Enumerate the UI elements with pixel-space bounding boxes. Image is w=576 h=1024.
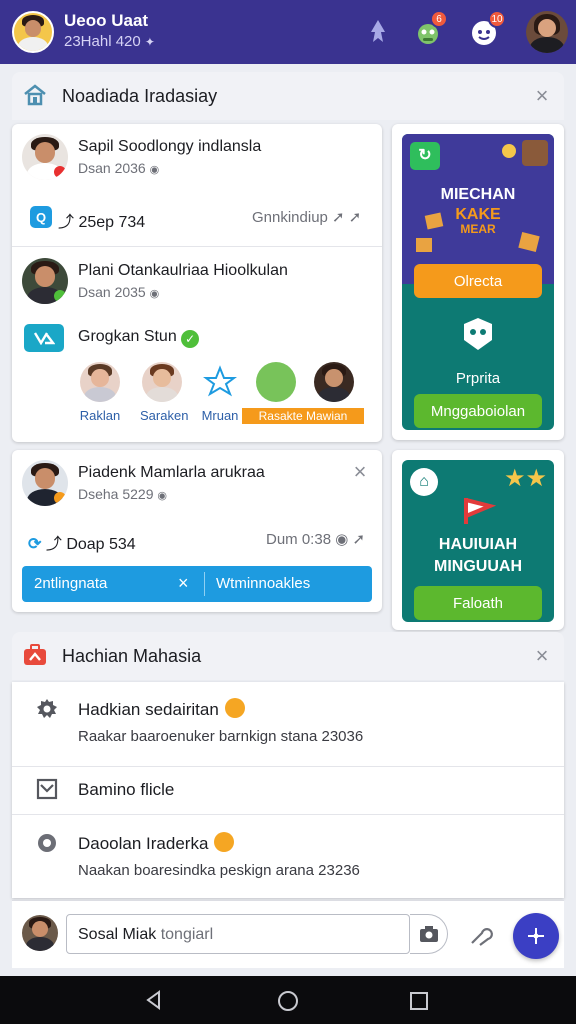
feed-card: Sapil Soodlongy indlansla Dsan 2036 ◉ Q … [12, 124, 382, 442]
flag-icon [462, 496, 497, 531]
section-title: Hachian Mahasia [62, 646, 202, 666]
promo-headline: MIECHAN [440, 186, 516, 203]
promo-button[interactable]: Olrecta [414, 264, 542, 298]
attach-icon[interactable] [468, 921, 494, 952]
notification-list: Hadkian sedairitan Raakar baaroenuker ba… [12, 682, 564, 898]
section-title: Noadiada Iradasiay [62, 86, 218, 106]
action-bar: 2ntlingnata × Wtminnoakles [22, 566, 372, 602]
promo-banner[interactable]: ↻ MIECHAN KAKE MEAR Olrecta Prprita Mngg… [402, 134, 554, 430]
system-nav-bar [0, 976, 576, 1024]
emoji-icon [224, 698, 245, 718]
recents-icon[interactable] [409, 991, 429, 1016]
person-chip[interactable]: Raklan [78, 362, 122, 423]
app-icon: Q [30, 206, 52, 228]
avatar[interactable] [22, 134, 68, 180]
close-icon[interactable]: × [530, 644, 554, 668]
promo-button[interactable]: Faloath [414, 586, 542, 620]
settings-icon [34, 696, 60, 722]
promo-banner[interactable]: ⌂ ★★ HAUIUIAH MINGUUAH Faloath [402, 460, 554, 622]
promo-label: Prprita [455, 370, 501, 387]
avatar[interactable] [22, 258, 68, 304]
post-title[interactable]: Sapil Soodlongy indlansla [78, 138, 261, 156]
post-meta: Dsan 2036 ◉ [78, 160, 160, 176]
game-logo-icon: ↻ [410, 142, 440, 170]
user-avatar[interactable] [12, 11, 54, 53]
post-title[interactable]: Piadenk Mamlarla arukraa [78, 464, 265, 482]
user-name: Ueoo Uaat [64, 11, 149, 30]
image-icon [34, 776, 60, 802]
notification-title: Bamino flicle [78, 780, 175, 799]
promo-headline-2: MINGUUAH [434, 558, 522, 575]
briefcase-icon [22, 642, 48, 673]
person-chip[interactable]: Saraken [140, 362, 188, 423]
refresh-icon [34, 830, 60, 856]
notification-subtitle: Raakar baaroenuker barnkign stana 23036 [78, 728, 364, 745]
post-stat-right: Gnnkindiup ➚ ➚ [252, 209, 362, 226]
pin-icon[interactable] [358, 12, 398, 52]
close-icon[interactable]: × [530, 84, 554, 108]
robot-icon[interactable]: 6 [408, 10, 448, 52]
clear-icon[interactable]: × [178, 573, 189, 594]
group-icon [24, 324, 64, 352]
person-chip[interactable]: Mruan [198, 362, 242, 423]
message-badge: 10 [488, 10, 506, 28]
promo-card: ↻ MIECHAN KAKE MEAR Olrecta Prprita Mngg… [392, 124, 564, 440]
home-icon [22, 82, 48, 113]
close-icon[interactable]: × [348, 460, 372, 484]
group-name[interactable]: Grogkan Stun ✓ [78, 328, 200, 348]
game-logo-icon: ⌂ [410, 468, 438, 496]
post-meta: Dseha 5229 ◉ [78, 486, 168, 502]
notification-badge: 6 [430, 10, 448, 28]
composer: Sosal Miak tongiarl [12, 900, 564, 968]
divider [12, 814, 564, 815]
composer-avatar [22, 915, 58, 951]
promo-card: ⌂ ★★ HAUIUIAH MINGUUAH Faloath [392, 450, 564, 630]
post-meta: Dsan 2035 ◉ [78, 284, 160, 300]
post-title[interactable]: Plani Otankaulriaa Hioolkulan [78, 262, 288, 280]
post-stat-right: Dum 0:38 ◉ ➚ [266, 531, 366, 548]
divider [12, 766, 564, 767]
stars-icon: ★★ [504, 465, 548, 492]
notification-title: Daoolan Iraderka [78, 832, 235, 854]
feed-card: Piadenk Mamlarla arukraa Dseha 5229 ◉ × … [12, 450, 382, 612]
send-button[interactable] [513, 913, 559, 959]
divider [12, 246, 382, 247]
post-stat: ⤴ 25ep 734 [58, 214, 146, 231]
promo-headline: HAUIUIAH [438, 536, 518, 553]
compass-icon [528, 928, 544, 944]
section-header: Noadiada Iradasiay × [12, 72, 564, 120]
mascot-icon [458, 314, 498, 359]
profile-avatar[interactable] [526, 11, 568, 53]
action-left-button[interactable]: 2ntlingnata [34, 575, 107, 592]
message-input[interactable]: Sosal Miak tongiarl [66, 914, 410, 954]
app-bar: Ueoo Uaat 23Hahl 420 ✦ 6 10 [0, 0, 576, 64]
person-chip-highlight[interactable]: Rasakte Mawian [242, 362, 364, 424]
section-header: Hachian Mahasia × [12, 632, 564, 680]
notification-title: Hadkian sedairitan [78, 698, 245, 720]
user-subtitle: 23Hahl 420 ✦ [64, 33, 155, 50]
post-stat: ⟳ ⤴ Doap 534 [28, 536, 136, 553]
emoji-icon [214, 832, 235, 852]
chat-bubble-icon[interactable]: 10 [464, 10, 506, 52]
action-right-button[interactable]: Wtminnoakles [216, 575, 310, 592]
avatar[interactable] [22, 460, 68, 506]
notification-subtitle: Naakan boaresindka peskign arana 23236 [78, 862, 360, 879]
back-icon[interactable] [144, 990, 164, 1015]
camera-icon[interactable] [410, 914, 448, 954]
promo-button-2[interactable]: Mnggaboiolan [414, 394, 542, 428]
verified-icon: ✓ [181, 330, 200, 348]
home-button-icon[interactable] [277, 990, 299, 1017]
